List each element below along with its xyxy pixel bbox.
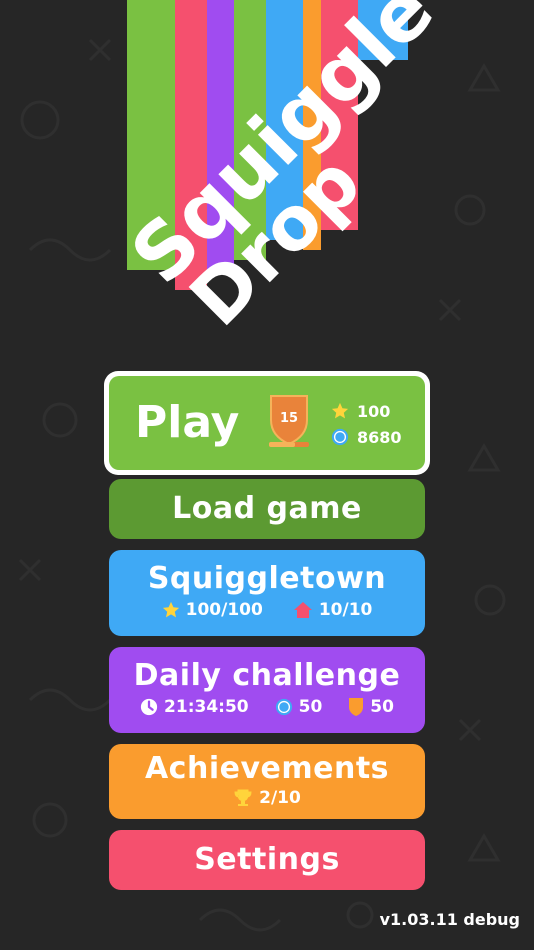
level-progress-fill	[269, 442, 295, 447]
settings-label: Settings	[194, 842, 340, 877]
daily-coins: 50	[298, 697, 323, 717]
daily-timer: 21:34:50	[164, 697, 249, 717]
trophy-icon	[234, 789, 252, 806]
daily-challenge-label: Daily challenge	[133, 658, 401, 693]
play-label: Play	[135, 397, 240, 448]
achievements-button[interactable]: Achievements 2/10	[109, 744, 425, 819]
settings-button[interactable]: Settings	[109, 830, 425, 890]
squiggletown-label: Squiggletown	[147, 561, 387, 596]
load-game-button[interactable]: Load game	[109, 479, 425, 539]
shield-icon	[349, 698, 364, 716]
game-logo: Squiggle Drop	[115, 0, 451, 340]
squiggletown-button[interactable]: Squiggletown 100/100 10/10	[109, 550, 425, 636]
level-number: 15	[280, 411, 298, 426]
achievements-label: Achievements	[144, 751, 390, 786]
play-stats: 100 8680	[331, 398, 402, 450]
stars-count: 100	[357, 401, 391, 421]
coins-count: 8680	[357, 427, 402, 447]
star-icon	[331, 402, 349, 419]
coin-icon	[275, 698, 292, 716]
version-label: v1.03.11 debug	[379, 910, 520, 929]
town-stars: 100/100	[185, 600, 263, 620]
daily-challenge-button[interactable]: Daily challenge 21:34:50 50 50	[109, 647, 425, 733]
play-button[interactable]: Play 15 100 8680	[104, 371, 430, 475]
daily-shields: 50	[370, 697, 394, 717]
play-button-face: Play 15 100 8680	[109, 376, 425, 470]
level-shield-icon: 15	[269, 395, 309, 447]
load-game-label: Load game	[172, 491, 362, 526]
coin-icon	[331, 428, 349, 446]
clock-icon	[140, 698, 158, 716]
town-houses: 10/10	[318, 600, 373, 620]
house-icon	[293, 602, 312, 618]
achievements-count: 2/10	[259, 788, 301, 808]
star-icon	[162, 601, 179, 618]
